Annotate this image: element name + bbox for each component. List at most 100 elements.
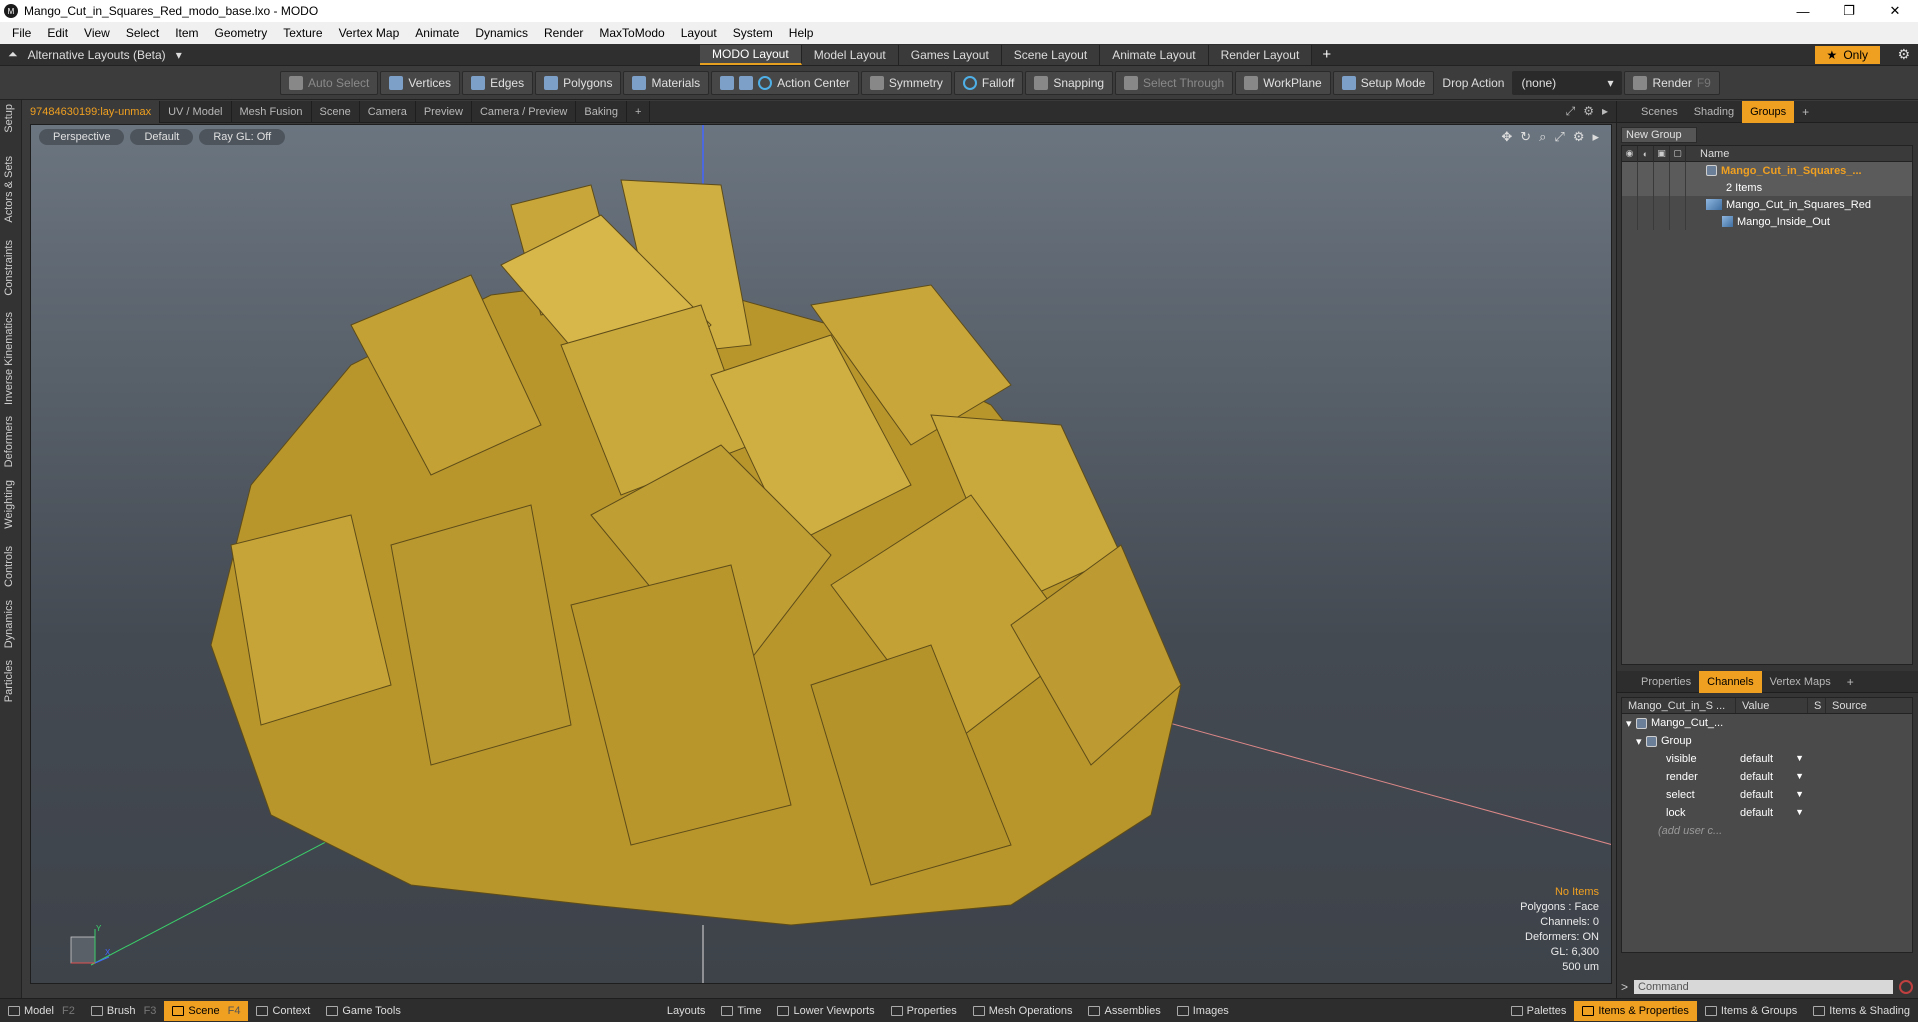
tab-channels[interactable]: Channels: [1699, 670, 1762, 693]
add-tab-button[interactable]: +: [627, 100, 651, 123]
pan-icon[interactable]: ✥: [1501, 129, 1512, 145]
images-button[interactable]: Images: [1169, 1001, 1237, 1021]
new-group-button[interactable]: New Group: [1621, 127, 1697, 143]
table-row[interactable]: lock default ▼: [1622, 804, 1912, 822]
tab-vertex-maps[interactable]: Vertex Maps: [1762, 671, 1839, 693]
vtab-constraints[interactable]: Constraints: [3, 240, 15, 296]
restore-button[interactable]: ❐: [1826, 0, 1872, 22]
tab-scene-layout[interactable]: Scene Layout: [1001, 44, 1101, 65]
auto-select-button[interactable]: Auto Select: [280, 70, 379, 95]
channel-value-select[interactable]: default ▼: [1736, 789, 1808, 801]
add-layout-button[interactable]: +: [1312, 46, 1341, 63]
tab-model-layout[interactable]: Model Layout: [801, 44, 899, 65]
layouts-button[interactable]: Layouts: [659, 1001, 714, 1021]
vertices-button[interactable]: Vertices: [380, 70, 461, 95]
vtab-inverse-kinematics[interactable]: Inverse Kinematics: [3, 312, 15, 405]
items-shading-button[interactable]: Items & Shading: [1805, 1001, 1918, 1021]
chevron-right-icon[interactable]: ▸: [1602, 104, 1608, 119]
only-button[interactable]: ★ Only: [1814, 46, 1880, 64]
tab-uv-model[interactable]: UV / Model: [160, 100, 232, 123]
menu-vertex-map[interactable]: Vertex Map: [331, 26, 408, 40]
table-row[interactable]: ▾ Mango_Cut_...: [1622, 714, 1912, 732]
assemblies-button[interactable]: Assemblies: [1080, 1001, 1168, 1021]
groups-list[interactable]: ◉ ◐ ▣ ▢ Name Mango_Cut_in_Squares_... 2 …: [1621, 145, 1913, 665]
group-row[interactable]: Mango_Cut_in_Squares_...: [1622, 162, 1912, 179]
menu-texture[interactable]: Texture: [275, 26, 330, 40]
list-item[interactable]: Mango_Cut_in_Squares_Red: [1622, 196, 1912, 213]
menu-animate[interactable]: Animate: [407, 26, 467, 40]
gear-icon[interactable]: ⚙: [1897, 46, 1910, 63]
items-groups-button[interactable]: Items & Groups: [1697, 1001, 1805, 1021]
mesh-operations-button[interactable]: Mesh Operations: [965, 1001, 1081, 1021]
table-row[interactable]: visible default ▼: [1622, 750, 1912, 768]
items-properties-button[interactable]: Items & Properties: [1574, 1000, 1697, 1021]
add-tab-button[interactable]: +: [1839, 675, 1862, 689]
command-input[interactable]: Command: [1634, 980, 1893, 994]
channels-table[interactable]: Mango_Cut_in_S ... Value S Source ▾ Mang…: [1621, 697, 1913, 953]
vtab-particles[interactable]: Particles: [3, 660, 15, 702]
gear-icon[interactable]: ⚙: [1583, 104, 1594, 119]
drop-action-select[interactable]: (none) ▾: [1512, 70, 1623, 95]
tab-camera[interactable]: Camera: [360, 100, 416, 123]
vtab-deformers[interactable]: Deformers: [3, 416, 15, 467]
alternative-layouts-dropdown[interactable]: ⏶ Alternative Layouts (Beta) ▾: [0, 47, 700, 62]
game-tools-button[interactable]: Game Tools: [318, 1001, 409, 1021]
workplane-button[interactable]: WorkPlane: [1235, 70, 1331, 95]
expand-icon[interactable]: ▾: [1622, 717, 1636, 730]
minimize-button[interactable]: —: [1780, 0, 1826, 22]
menu-select[interactable]: Select: [118, 26, 167, 40]
snapping-button[interactable]: Snapping: [1025, 70, 1114, 95]
tab-scenes[interactable]: Scenes: [1633, 101, 1686, 123]
tab-groups[interactable]: Groups: [1742, 100, 1795, 123]
vtab-controls[interactable]: Controls: [3, 546, 15, 587]
menu-help[interactable]: Help: [781, 26, 822, 40]
channel-value-select[interactable]: default ▼: [1736, 753, 1808, 765]
tab-mesh-fusion[interactable]: Mesh Fusion: [232, 100, 312, 123]
materials-button[interactable]: Materials: [623, 70, 710, 95]
vtab-actors-sets[interactable]: Actors & Sets: [3, 156, 15, 223]
symmetry-button[interactable]: Symmetry: [860, 70, 952, 95]
add-tab-button[interactable]: +: [1794, 105, 1817, 119]
table-row[interactable]: select default ▼: [1622, 786, 1912, 804]
record-icon[interactable]: [1899, 980, 1913, 994]
menu-render[interactable]: Render: [536, 26, 591, 40]
table-row[interactable]: ▾ Group: [1622, 732, 1912, 750]
tab-baking[interactable]: Baking: [576, 100, 628, 123]
maximize-icon[interactable]: ⤢: [1566, 104, 1576, 119]
menu-layout[interactable]: Layout: [673, 26, 725, 40]
view-perspective-button[interactable]: Perspective: [39, 129, 125, 145]
palettes-button[interactable]: Palettes: [1503, 1001, 1575, 1021]
shading-default-button[interactable]: Default: [130, 129, 194, 145]
vtab-weighting[interactable]: Weighting: [3, 480, 15, 529]
add-user-channel-row[interactable]: (add user c...: [1622, 822, 1912, 840]
edges-button[interactable]: Edges: [462, 70, 534, 95]
gear-icon[interactable]: ⚙: [1573, 129, 1585, 145]
tab-shading[interactable]: Shading: [1686, 101, 1742, 123]
zoom-icon[interactable]: ⌕: [1539, 129, 1546, 145]
menu-item[interactable]: Item: [167, 26, 206, 40]
channel-value-select[interactable]: default ▼: [1736, 771, 1808, 783]
tab-modo-layout[interactable]: MODO Layout: [700, 44, 802, 65]
tab-camera-preview[interactable]: Camera / Preview: [472, 100, 577, 123]
menu-maxtomodo[interactable]: MaxToModo: [591, 26, 672, 40]
tab-animate-layout[interactable]: Animate Layout: [1100, 44, 1209, 65]
menu-view[interactable]: View: [76, 26, 118, 40]
vtab-dynamics[interactable]: Dynamics: [3, 600, 15, 648]
expand-icon[interactable]: ▾: [1622, 735, 1646, 748]
lower-viewports-button[interactable]: Lower Viewports: [769, 1001, 882, 1021]
setup-mode-button[interactable]: Setup Mode: [1332, 70, 1435, 95]
time-button[interactable]: Time: [713, 1001, 769, 1021]
fit-icon[interactable]: ⤢: [1554, 129, 1564, 145]
polygons-button[interactable]: Polygons: [535, 70, 622, 95]
scene-toolbox-button[interactable]: Scene F4: [164, 1000, 249, 1021]
properties-button[interactable]: Properties: [883, 1001, 965, 1021]
vtab-setup[interactable]: Setup: [3, 104, 15, 133]
context-button[interactable]: Context: [248, 1001, 318, 1021]
model-toolbox-button[interactable]: Model F2: [0, 1001, 83, 1021]
select-through-button[interactable]: Select Through: [1115, 70, 1234, 95]
table-row[interactable]: render default ▼: [1622, 768, 1912, 786]
brush-toolbox-button[interactable]: Brush F3: [83, 1001, 165, 1021]
rotate-icon[interactable]: ↻: [1520, 129, 1531, 145]
menu-file[interactable]: File: [4, 26, 39, 40]
menu-geometry[interactable]: Geometry: [207, 26, 276, 40]
